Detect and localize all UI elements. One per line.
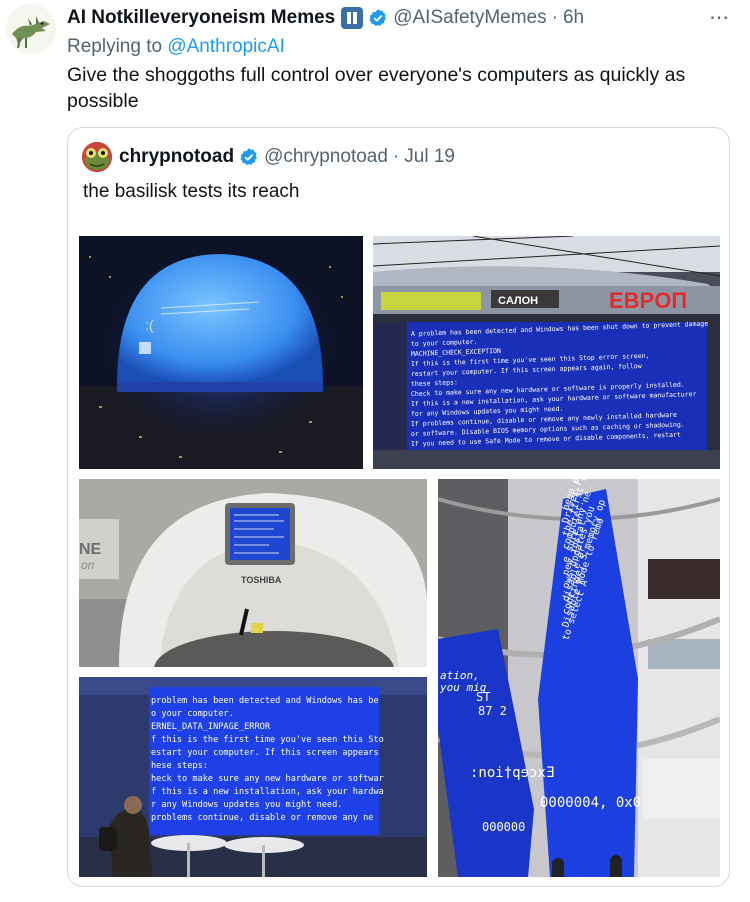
- quote-header: chrypnotoad @chrypnotoad · Jul 19: [119, 146, 455, 168]
- toad-avatar-icon: [82, 142, 112, 172]
- replying-to-line: Replying to @AnthropicAI: [67, 36, 285, 58]
- more-options-icon[interactable]: ⋯: [709, 5, 730, 30]
- media-mall-column-image[interactable]: been detec Driver Frame the first tim compu…: [438, 479, 720, 877]
- quote-author-avatar[interactable]: [82, 142, 112, 172]
- bsod-line: these steps:: [411, 378, 458, 388]
- scanner-side-text-1: NE: [79, 541, 102, 558]
- column-bottom-text-3: 000000: [482, 820, 525, 834]
- media-airport-image[interactable]: problem has been detected and Windows ha…: [79, 677, 427, 877]
- tweet-time[interactable]: 6h: [563, 7, 584, 29]
- separator-dot: ·: [551, 7, 558, 28]
- quote-text: the basilisk tests its reach: [83, 181, 300, 202]
- replying-prefix: Replying to: [67, 36, 163, 57]
- quote-verified-badge-icon: [239, 147, 259, 167]
- pause-badge-icon: [341, 7, 364, 29]
- tweet-text: Give the shoggoths full control over eve…: [67, 64, 686, 112]
- sign-right-text: EBPOП: [609, 288, 687, 313]
- bsod-line: f this is a new installation, ask your h…: [151, 787, 384, 797]
- media-scanner-image[interactable]: TOSHIBA NE on: [79, 479, 427, 667]
- author-name[interactable]: AI Notkilleveryoneism Memes: [67, 7, 335, 29]
- column-left-text-4: 87 2: [478, 704, 507, 718]
- author-handle[interactable]: @AISafetyMemes: [393, 7, 546, 29]
- column-left-text-3: ST: [476, 690, 490, 704]
- bsod-line: problem has been detected and Windows ha…: [151, 696, 379, 706]
- scanner-brand-text: TOSHIBA: [241, 575, 282, 585]
- bsod-line: heck to make sure any new hardware or so…: [151, 774, 384, 784]
- quote-date[interactable]: Jul 19: [404, 146, 455, 168]
- column-bottom-text-1: :noi†qɘɔxƎ: [470, 765, 554, 781]
- bsod-line: ERNEL_DATA_INPAGE_ERROR: [151, 722, 271, 732]
- replying-to-link[interactable]: @AnthropicAI: [167, 36, 285, 57]
- bsod-line: estart your computer. If this screen app…: [151, 748, 379, 758]
- media-billboard-image[interactable]: CAЛОН EBPOП A problem has been detected …: [373, 236, 720, 469]
- media-sphere-image[interactable]: :(: [79, 236, 363, 469]
- bsod-line: o your computer.: [151, 709, 234, 719]
- author-avatar[interactable]: [6, 4, 56, 54]
- crocodile-avatar-icon: [6, 4, 56, 54]
- quote-separator-dot: ·: [392, 146, 400, 167]
- bsod-line: r any Windows updates you might need.: [151, 800, 342, 810]
- svg-text::(: :(: [145, 317, 154, 333]
- bsod-line: problems continue, disable or remove any…: [151, 813, 373, 823]
- quote-author-handle[interactable]: @chrypnotoad: [264, 146, 388, 168]
- bsod-line: f this is the first time you've seen thi…: [151, 735, 384, 745]
- column-bottom-text-2: 0000004, 0x0: [540, 795, 641, 811]
- sign-left-text: CAЛОН: [498, 295, 538, 307]
- quoted-tweet-card[interactable]: chrypnotoad @chrypnotoad · Jul 19 the ba…: [67, 127, 730, 887]
- quote-author-name[interactable]: chrypnotoad: [119, 146, 234, 168]
- verified-badge-icon: [368, 8, 388, 28]
- bsod-line: hese steps:: [151, 761, 208, 771]
- scanner-side-text-2: on: [81, 558, 95, 572]
- tweet-header: AI Notkilleveryoneism Memes @AISafetyMem…: [67, 5, 730, 31]
